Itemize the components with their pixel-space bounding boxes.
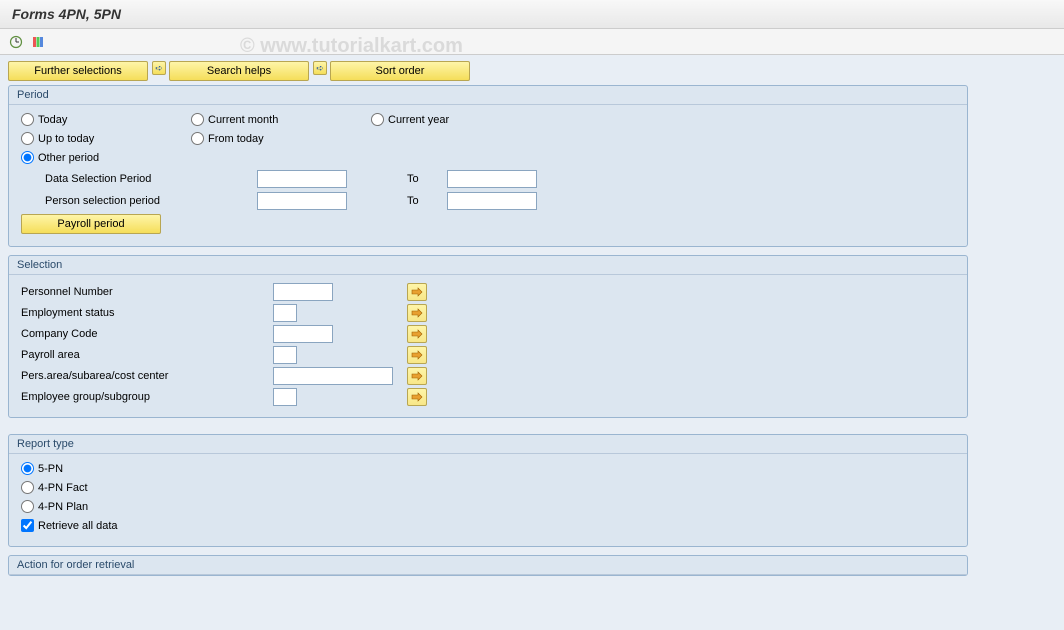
selection-input[interactable] [273, 388, 297, 406]
data-selection-period-label: Data Selection Period [45, 173, 257, 185]
main-area: Further selections ➪ Search helps ➪ Sort… [0, 55, 1064, 630]
multiple-selection-icon[interactable] [407, 325, 427, 343]
arrow-right-icon[interactable]: ➪ [313, 61, 327, 75]
search-helps-button[interactable]: Search helps [169, 61, 309, 81]
radio-current-month[interactable]: Current month [191, 113, 371, 126]
person-selection-to-input[interactable] [447, 192, 537, 210]
retrieve-all-checkbox[interactable]: Retrieve all data [21, 519, 118, 532]
multiple-selection-icon[interactable] [407, 283, 427, 301]
period-group: Period Today Current month Current year … [8, 85, 968, 247]
selection-label: Payroll area [21, 349, 273, 361]
selection-label: Company Code [21, 328, 273, 340]
selection-row: Company Code [21, 325, 955, 343]
to-label: To [407, 195, 447, 207]
selection-row: Payroll area [21, 346, 955, 364]
toolbar [0, 29, 1064, 55]
selection-label: Employment status [21, 307, 273, 319]
radio-up-to-today[interactable]: Up to today [21, 132, 191, 145]
selection-row: Employment status [21, 304, 955, 322]
radio-4pn-fact[interactable]: 4-PN Fact [21, 481, 88, 494]
variant-icon[interactable] [30, 34, 46, 50]
execute-icon[interactable] [8, 34, 24, 50]
multiple-selection-icon[interactable] [407, 367, 427, 385]
page-title: Forms 4PN, 5PN [0, 0, 1064, 29]
sort-order-button[interactable]: Sort order [330, 61, 470, 81]
multiple-selection-icon[interactable] [407, 388, 427, 406]
person-selection-from-input[interactable] [257, 192, 347, 210]
action-order-retrieval-group: Action for order retrieval [8, 555, 968, 576]
top-button-row: Further selections ➪ Search helps ➪ Sort… [8, 61, 1056, 81]
report-type-group: Report type 5-PN 4-PN Fact 4-PN Plan Ret… [8, 434, 968, 547]
selection-label: Personnel Number [21, 286, 273, 298]
report-type-title: Report type [9, 435, 967, 454]
radio-current-year[interactable]: Current year [371, 113, 521, 126]
title-text: Forms 4PN, 5PN [12, 6, 121, 22]
radio-from-today[interactable]: From today [191, 132, 371, 145]
data-selection-to-input[interactable] [447, 170, 537, 188]
selection-row: Pers.area/subarea/cost center [21, 367, 955, 385]
selection-label: Employee group/subgroup [21, 391, 273, 403]
further-selections-button[interactable]: Further selections [8, 61, 148, 81]
selection-input[interactable] [273, 283, 333, 301]
to-label: To [407, 173, 447, 185]
selection-input[interactable] [273, 325, 333, 343]
radio-4pn-plan[interactable]: 4-PN Plan [21, 500, 88, 513]
period-title: Period [9, 86, 967, 105]
selection-row: Personnel Number [21, 283, 955, 301]
selection-label: Pers.area/subarea/cost center [21, 370, 273, 382]
action-order-title: Action for order retrieval [9, 556, 967, 575]
payroll-period-button[interactable]: Payroll period [21, 214, 161, 234]
selection-input[interactable] [273, 304, 297, 322]
data-selection-from-input[interactable] [257, 170, 347, 188]
selection-title: Selection [9, 256, 967, 275]
arrow-right-icon[interactable]: ➪ [152, 61, 166, 75]
selection-row: Employee group/subgroup [21, 388, 955, 406]
person-selection-period-label: Person selection period [45, 195, 257, 207]
selection-input[interactable] [273, 346, 297, 364]
radio-5pn[interactable]: 5-PN [21, 462, 63, 475]
selection-group: Selection Personnel Number Employment sta… [8, 255, 968, 418]
radio-other-period[interactable]: Other period [21, 151, 191, 164]
multiple-selection-icon[interactable] [407, 346, 427, 364]
multiple-selection-icon[interactable] [407, 304, 427, 322]
selection-input[interactable] [273, 367, 393, 385]
radio-today[interactable]: Today [21, 113, 191, 126]
